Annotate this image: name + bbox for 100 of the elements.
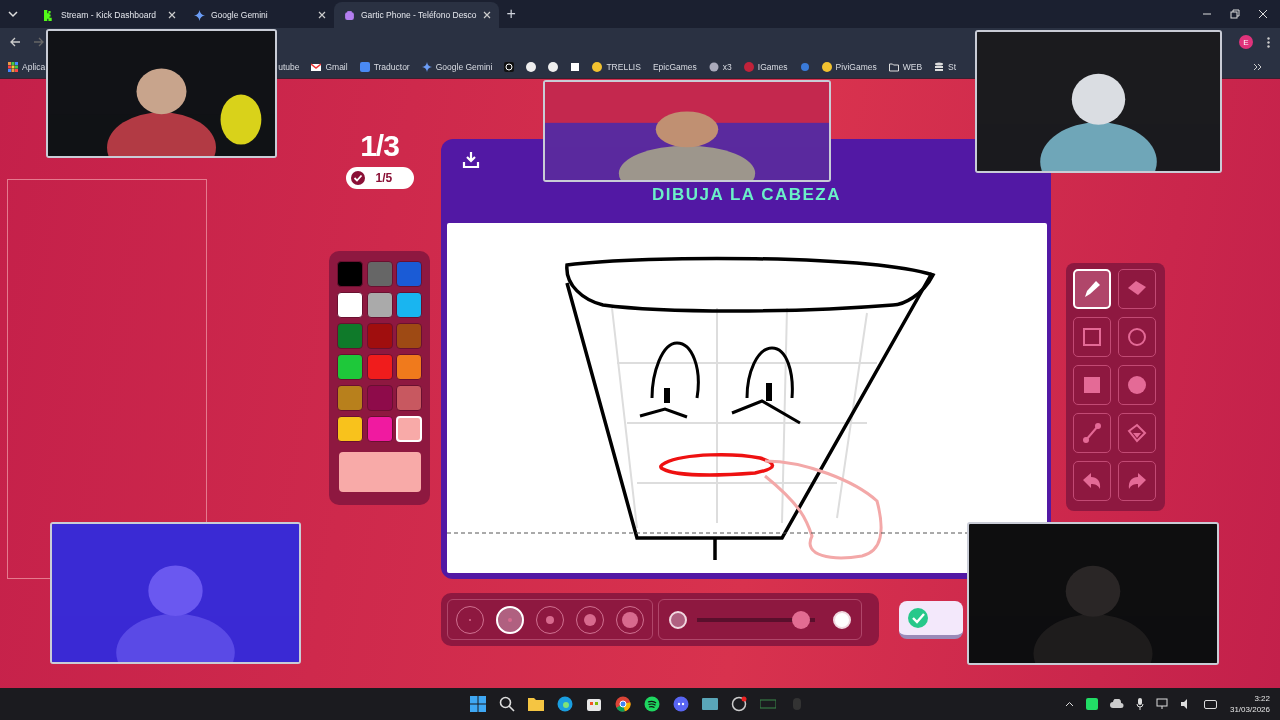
- folder-icon[interactable]: [528, 697, 544, 711]
- recorder-icon[interactable]: [731, 696, 747, 712]
- square-icon: [1081, 374, 1103, 396]
- globe-icon: [708, 62, 719, 72]
- bookmark-item[interactable]: IGames: [743, 62, 788, 72]
- network-icon[interactable]: [1155, 698, 1168, 710]
- site-icon: [548, 62, 559, 72]
- search-icon[interactable]: [499, 696, 515, 712]
- bookmark-item[interactable]: [548, 62, 559, 72]
- close-icon[interactable]: [168, 11, 176, 19]
- tool-button[interactable]: [1118, 269, 1156, 309]
- page-icon: [570, 62, 581, 72]
- new-tab-button[interactable]: +: [504, 5, 518, 23]
- color-swatch[interactable]: [366, 385, 393, 411]
- browser-tab[interactable]: Stream - Kick Dashboard: [34, 2, 184, 28]
- color-swatch[interactable]: [337, 323, 363, 349]
- drive-icon[interactable]: [1085, 698, 1098, 710]
- square-icon: [1081, 326, 1103, 348]
- grid-icon: [8, 62, 18, 72]
- profile-avatar[interactable]: E: [1239, 35, 1253, 49]
- tool-button[interactable]: [1118, 365, 1156, 405]
- close-icon[interactable]: [1258, 9, 1268, 19]
- color-swatch[interactable]: [366, 292, 393, 318]
- color-swatch[interactable]: [396, 292, 422, 318]
- bookmark-item[interactable]: [526, 62, 537, 72]
- color-swatch[interactable]: [337, 261, 363, 287]
- menu-dots-icon[interactable]: [1267, 36, 1270, 48]
- color-swatch[interactable]: [366, 354, 393, 380]
- color-swatch[interactable]: [396, 354, 422, 380]
- bookmark-item[interactable]: x3: [708, 62, 732, 72]
- bookmark-item[interactable]: EpicGames: [652, 62, 697, 72]
- mail-icon: [311, 62, 322, 72]
- bookmark-item[interactable]: PiviGames: [821, 62, 877, 72]
- chevron-up-icon[interactable]: [1064, 701, 1074, 707]
- tool-button[interactable]: [1118, 317, 1156, 357]
- bookmark-item[interactable]: Aplica: [8, 62, 46, 72]
- back-arrow-icon[interactable]: [10, 37, 21, 47]
- site-icon: [504, 62, 515, 72]
- tab-list-button[interactable]: [6, 10, 20, 18]
- done-button[interactable]: [899, 600, 963, 639]
- full-opacity-icon: [833, 610, 851, 629]
- cloud-icon[interactable]: [1109, 699, 1124, 709]
- k-logo-icon: [44, 9, 55, 21]
- translate-icon: [359, 62, 370, 72]
- store-icon[interactable]: [586, 696, 602, 712]
- clock[interactable]: 3:22 31/03/2026: [1229, 693, 1270, 715]
- download-icon[interactable]: [462, 151, 480, 169]
- browser-icon[interactable]: [557, 696, 573, 712]
- close-icon[interactable]: [318, 11, 326, 19]
- tool-button[interactable]: [1118, 461, 1156, 501]
- color-swatch[interactable]: [337, 385, 363, 411]
- site-icon: [526, 62, 537, 72]
- tool-button[interactable]: [1073, 365, 1111, 405]
- bookmark-item[interactable]: Google Gemini: [421, 62, 493, 72]
- bookmark-item[interactable]: Gmail: [311, 62, 348, 72]
- chevron-down-icon: [8, 10, 18, 18]
- folder-icon: [888, 62, 899, 72]
- check-icon: [907, 606, 929, 629]
- browser-tab[interactable]: Gartic Phone - Teléfono Desco: [334, 2, 499, 28]
- bookmark-item[interactable]: [504, 62, 515, 72]
- color-swatch[interactable]: [396, 385, 422, 411]
- bookmark-item[interactable]: WEB: [888, 62, 923, 72]
- more-bookmarks-icon[interactable]: [1253, 63, 1262, 71]
- tool-button[interactable]: [1073, 317, 1111, 357]
- circle-icon: [1126, 374, 1148, 396]
- color-swatch[interactable]: [337, 416, 363, 442]
- check-circle-icon: [349, 170, 366, 186]
- players-done-badge: 1/5: [345, 167, 414, 189]
- bookmark-item[interactable]: [570, 62, 581, 72]
- color-swatch[interactable]: [396, 323, 422, 349]
- browser-tab[interactable]: Google Gemini: [184, 2, 334, 28]
- color-swatch[interactable]: [337, 354, 363, 380]
- sparkle-icon: [194, 9, 205, 21]
- color-swatch[interactable]: [396, 261, 422, 287]
- bookmark-item[interactable]: TRELLIS: [592, 62, 641, 72]
- bookmark-item[interactable]: St: [934, 62, 957, 72]
- low-opacity-icon: [669, 610, 687, 629]
- color-swatch[interactable]: [366, 261, 393, 287]
- color-swatch[interactable]: [337, 292, 363, 318]
- drawing-canvas[interactable]: [447, 223, 1047, 573]
- battery-icon[interactable]: [1203, 699, 1218, 709]
- tool-button[interactable]: [1073, 461, 1111, 501]
- music-app-icon[interactable]: [644, 696, 660, 712]
- color-swatch[interactable]: [366, 323, 393, 349]
- chat-app-icon[interactable]: [673, 696, 689, 712]
- keyboard-icon[interactable]: [702, 697, 718, 711]
- restore-icon[interactable]: [1230, 9, 1240, 19]
- close-icon[interactable]: [482, 11, 491, 19]
- app-icon[interactable]: [760, 699, 776, 709]
- drawing-prompt: DIBUJA LA CABEZA: [652, 185, 841, 205]
- slider-thumb[interactable]: [791, 610, 810, 629]
- site-icon: [743, 62, 754, 72]
- tool-button[interactable]: [1073, 413, 1111, 453]
- color-swatch[interactable]: [366, 416, 393, 442]
- windows-logo-icon[interactable]: [470, 696, 486, 712]
- microphone-icon[interactable]: [1135, 698, 1144, 710]
- database-icon: [934, 62, 945, 72]
- bookmark-item[interactable]: utube: [278, 62, 300, 72]
- bookmark-item[interactable]: Traductor: [359, 62, 410, 72]
- tool-button[interactable]: [1118, 413, 1156, 453]
